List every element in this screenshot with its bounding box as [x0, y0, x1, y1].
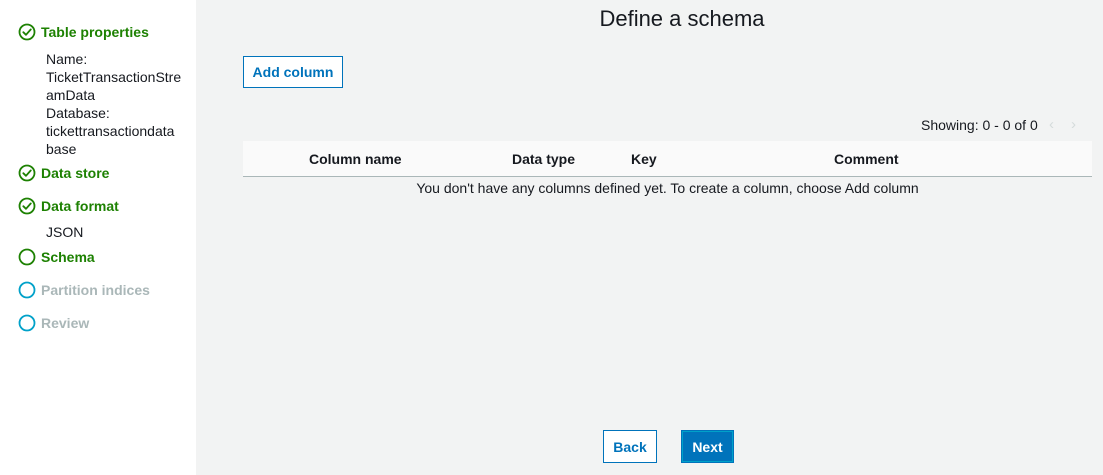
- step-label: Data store: [41, 165, 110, 181]
- step-label: Partition indices: [41, 282, 150, 298]
- detail-line: TicketTransactionStre: [46, 69, 182, 85]
- step-partition-indices: Partition indices: [18, 281, 150, 299]
- wizard-sidebar: Table properties Name: TicketTransaction…: [0, 0, 196, 475]
- circle-outline-icon: [18, 314, 36, 332]
- column-header-comment[interactable]: Comment: [834, 151, 899, 167]
- step-details-table-properties: Name: TicketTransactionStre amData Datab…: [46, 50, 186, 158]
- step-details-data-format: JSON: [46, 223, 186, 241]
- check-circle-icon: [18, 197, 36, 215]
- empty-table-message: You don't have any columns defined yet. …: [416, 180, 919, 196]
- step-table-properties[interactable]: Table properties: [18, 23, 149, 41]
- detail-line: Database:: [46, 105, 110, 121]
- next-button[interactable]: Next: [681, 430, 734, 463]
- column-header-key[interactable]: Key: [631, 151, 657, 167]
- check-circle-icon: [18, 164, 36, 182]
- back-button[interactable]: Back: [603, 430, 657, 463]
- detail-line: Name:: [46, 51, 88, 67]
- column-header-data-type[interactable]: Data type: [512, 151, 575, 167]
- circle-outline-icon: [18, 281, 36, 299]
- detail-line: base: [46, 141, 77, 157]
- step-label: Data format: [41, 198, 119, 214]
- add-column-button[interactable]: Add column: [243, 56, 343, 88]
- chevron-left-icon[interactable]: ‹: [1049, 116, 1054, 133]
- page-title: Define a schema: [599, 6, 765, 31]
- column-header-name[interactable]: Column name: [309, 151, 402, 167]
- check-circle-icon: [18, 23, 36, 41]
- circle-outline-icon: [18, 248, 36, 266]
- step-label: Schema: [41, 249, 95, 265]
- chevron-right-icon[interactable]: ›: [1071, 116, 1076, 133]
- step-review: Review: [18, 314, 89, 332]
- detail-line: amData: [46, 87, 96, 103]
- step-schema[interactable]: Schema: [18, 248, 95, 266]
- step-label: Review: [41, 315, 90, 331]
- step-data-store[interactable]: Data store: [18, 164, 109, 182]
- detail-line: tickettransactiondata: [46, 123, 175, 139]
- step-label: Table properties: [41, 24, 149, 40]
- schema-table-header: Column name Data type Key Comment: [243, 141, 1092, 177]
- step-data-format[interactable]: Data format: [18, 197, 119, 215]
- pagination-status: Showing: 0 - 0 of 0: [921, 117, 1038, 133]
- detail-line: JSON: [46, 224, 84, 240]
